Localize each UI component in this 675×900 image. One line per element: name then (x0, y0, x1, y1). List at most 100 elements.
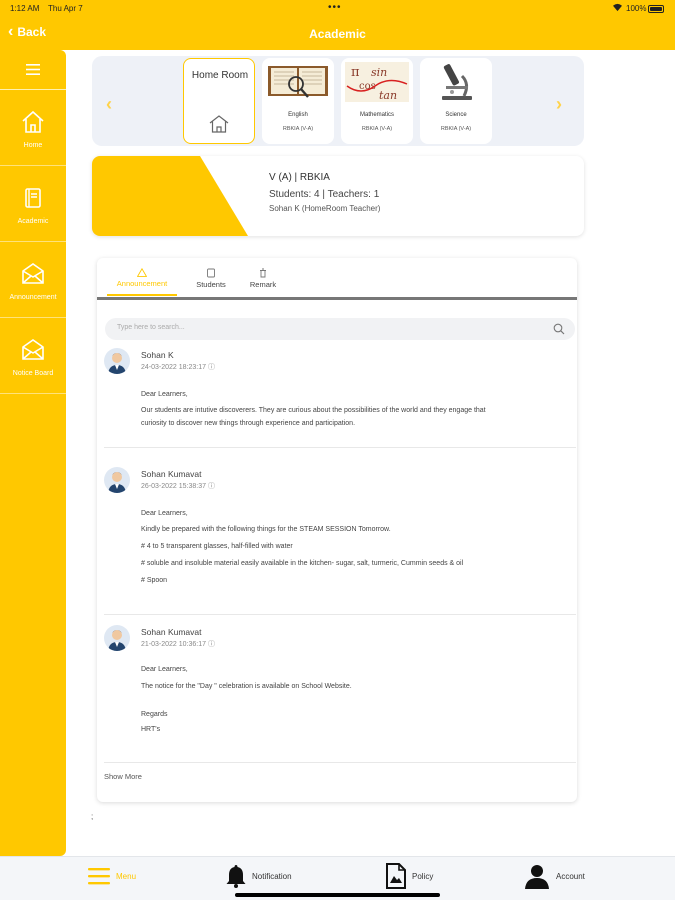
info-icon[interactable]: ⓘ (208, 641, 215, 648)
info-icon[interactable]: ⓘ (208, 483, 215, 490)
battery-icon (648, 5, 664, 13)
tab-label: Students (196, 280, 226, 289)
sidebar-item-label: Notice Board (12, 370, 54, 377)
svg-text:sin: sin (371, 66, 387, 79)
tab-label: Remark (249, 280, 277, 289)
multitask-dots[interactable]: ••• (328, 2, 342, 13)
post-line: Regards (141, 711, 168, 718)
announcement-panel: Announcement Students Remark Type here t… (97, 258, 577, 802)
avatar (104, 348, 130, 374)
user-avatar-icon (108, 472, 126, 493)
post-line: # soluble and insoluble material easily … (141, 560, 464, 567)
home-icon (22, 110, 44, 133)
bottom-tab-notification[interactable]: Notification (226, 861, 292, 891)
document-icon (386, 863, 406, 889)
stray-mark: ; (91, 812, 94, 821)
sidebar: Home Academic Announcement Notice Board (0, 50, 66, 856)
avatar (104, 467, 130, 493)
post-author: Sohan K (141, 350, 174, 360)
user-avatar-icon (108, 353, 126, 374)
subject-card-homeroom[interactable]: Home Room (183, 58, 255, 144)
status-date: Thu Apr 7 (48, 4, 83, 13)
sidebar-item-announcement[interactable]: Announcement (0, 242, 66, 318)
sidebar-item-home[interactable]: Home (0, 90, 66, 166)
sidebar-item-label: Announcement (9, 294, 57, 301)
sidebar-item-academic[interactable]: Academic (0, 166, 66, 242)
post-timestamp: 26-03-2022 15:38:37 ⓘ (141, 481, 215, 491)
battery-percent: 100% (626, 4, 647, 13)
bottom-tab-menu[interactable]: Menu (88, 861, 136, 891)
post-line: # 4 to 5 transparent glasses, half-fille… (141, 543, 293, 550)
warning-icon (137, 268, 147, 277)
post-line: Dear Learners, (141, 510, 188, 517)
timestamp-text: 26-03-2022 15:38:37 (141, 483, 206, 490)
microscope-image (442, 64, 472, 100)
subject-card-english[interactable]: English RBKIA (V-A) (262, 58, 334, 144)
page-title: Academic (309, 27, 366, 41)
home-indicator[interactable] (235, 893, 440, 897)
announcement-post: Sohan K 24-03-2022 18:23:17 ⓘ Dear Learn… (104, 348, 576, 448)
bottom-tab-label: Menu (116, 871, 137, 881)
subject-card-mathematics[interactable]: π sin cos tan Mathematics RBKIA (V-A) (341, 58, 413, 144)
post-line: Our students are intutive discoverers. T… (141, 407, 486, 414)
bottom-tab-label: Account (556, 871, 585, 881)
tab-remark[interactable]: Remark (245, 268, 281, 289)
homeroom-teacher: Sohan K (HomeRoom Teacher) (269, 204, 381, 213)
app-header: ‹ Back Academic (0, 18, 675, 50)
sidebar-item-notice-board[interactable]: Notice Board (0, 318, 66, 394)
post-line: # Spoon (141, 577, 168, 584)
subject-name: Mathematics (359, 112, 394, 118)
post-author: Sohan Kumavat (141, 627, 202, 637)
hamburger-icon (88, 868, 110, 885)
bottom-tab-label: Notification (252, 871, 292, 881)
timestamp-text: 24-03-2022 18:23:17 (141, 364, 206, 371)
post-timestamp: 21-03-2022 10:36:17 ⓘ (141, 639, 215, 649)
trash-icon (260, 268, 266, 278)
home-icon (209, 115, 229, 133)
class-name: V (A) | RBKIA (269, 172, 330, 183)
subject-card-science[interactable]: Science RBKIA (V-A) (420, 58, 492, 144)
sidebar-item-label: Academic (17, 218, 49, 225)
search-placeholder: Type here to search... (117, 324, 185, 331)
carousel-next-button[interactable]: › (556, 94, 562, 115)
post-line: curiosity to discover new things through… (141, 420, 356, 427)
status-bar: 1:12 AM Thu Apr 7 ••• 100% (0, 0, 675, 18)
hamburger-icon (26, 64, 40, 75)
bottom-tab-account[interactable]: Account (524, 861, 585, 891)
post-body: Dear Learners, Kindly be prepared with t… (141, 507, 566, 587)
homeroom-label: Home Room (191, 70, 249, 81)
user-avatar-icon (108, 630, 126, 651)
post-line: HRT's (141, 726, 161, 733)
bell-icon (226, 865, 246, 888)
status-time: 1:12 AM (10, 4, 40, 13)
tab-bar: Announcement Students Remark (97, 258, 577, 300)
announcement-post: Sohan Kumavat 21-03-2022 10:36:17 ⓘ Dear… (104, 625, 576, 763)
hamburger-menu-button[interactable] (0, 50, 66, 90)
active-tab-indicator (107, 294, 177, 296)
open-book-magnifier-image (268, 66, 328, 98)
announcement-post: Sohan Kumavat 26-03-2022 15:38:37 ⓘ Dear… (104, 467, 576, 615)
envelope-icon (22, 263, 44, 284)
post-line: Dear Learners, (141, 391, 188, 398)
tab-students[interactable]: Students (191, 268, 231, 289)
user-icon (525, 865, 549, 889)
search-icon[interactable] (553, 323, 565, 335)
accent-shape (92, 156, 248, 236)
tab-announcement[interactable]: Announcement (107, 268, 177, 296)
carousel-prev-button[interactable]: ‹ (106, 94, 112, 115)
avatar (104, 625, 130, 651)
post-line: Kindly be prepared with the following th… (141, 526, 391, 533)
post-timestamp: 24-03-2022 18:23:17 ⓘ (141, 362, 215, 372)
bottom-tab-policy[interactable]: Policy (386, 861, 433, 891)
timestamp-text: 21-03-2022 10:36:17 (141, 641, 206, 648)
trigonometry-image: π sin cos tan (345, 62, 409, 102)
search-input[interactable]: Type here to search... (105, 318, 575, 340)
subject-name: Science (445, 112, 467, 118)
post-line: The notice for the "Day " celebration is… (141, 683, 352, 690)
class-counts: Students: 4 | Teachers: 1 (269, 189, 380, 200)
post-line: Dear Learners, (141, 666, 188, 673)
info-icon[interactable]: ⓘ (208, 364, 215, 371)
sidebar-item-label: Home (23, 142, 43, 149)
show-more-link[interactable]: Show More (104, 772, 142, 781)
bottom-tab-label: Policy (412, 871, 434, 881)
